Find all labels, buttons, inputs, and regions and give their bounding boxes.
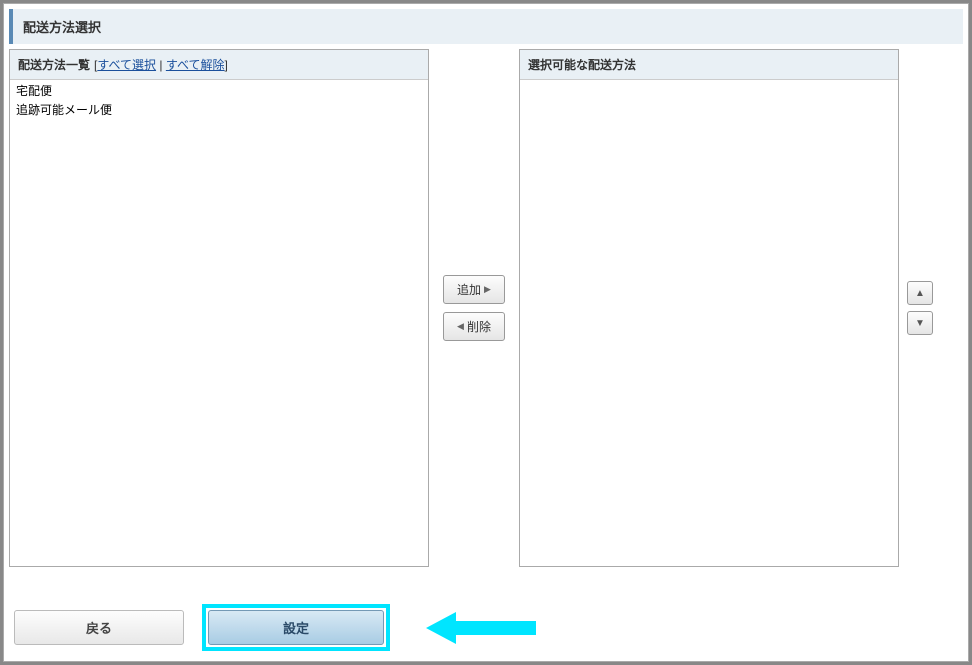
chevron-down-icon: ▼ — [915, 318, 925, 329]
move-down-button[interactable]: ▼ — [907, 311, 933, 335]
selected-methods-panel: 選択可能な配送方法 — [519, 49, 899, 567]
list-item[interactable]: 宅配便 — [10, 82, 428, 101]
page-title-text: 配送方法選択 — [23, 20, 101, 35]
selected-methods-title: 選択可能な配送方法 — [528, 56, 636, 73]
remove-button[interactable]: ◀ 削除 — [443, 312, 505, 341]
remove-button-label: 削除 — [467, 318, 491, 335]
selected-methods-list[interactable] — [520, 80, 898, 566]
chevron-up-icon: ▲ — [915, 288, 925, 299]
reorder-controls: ▲ ▼ — [899, 49, 941, 567]
bottom-bar: 戻る 設定 — [14, 604, 536, 651]
dialog-window: 配送方法選択 配送方法一覧 [すべて選択 | すべて解除] 宅配便追跡可能メール… — [3, 3, 969, 662]
list-item[interactable]: 追跡可能メール便 — [10, 101, 428, 120]
content-area: 配送方法一覧 [すべて選択 | すべて解除] 宅配便追跡可能メール便 追加 ▶ … — [4, 49, 968, 567]
deselect-all-link[interactable]: すべて解除 — [166, 58, 225, 72]
move-up-button[interactable]: ▲ — [907, 281, 933, 305]
chevron-right-icon: ▶ — [484, 284, 491, 295]
transfer-controls: 追加 ▶ ◀ 削除 — [429, 49, 519, 567]
chevron-left-icon: ◀ — [457, 321, 464, 332]
available-methods-list[interactable]: 宅配便追跡可能メール便 — [10, 80, 428, 566]
available-methods-title: 配送方法一覧 — [18, 56, 90, 73]
settings-button[interactable]: 設定 — [208, 610, 384, 645]
add-button[interactable]: 追加 ▶ — [443, 275, 505, 304]
page-title: 配送方法選択 — [9, 9, 963, 44]
selected-methods-header: 選択可能な配送方法 — [520, 50, 898, 80]
select-links: [すべて選択 | すべて解除] — [94, 56, 228, 73]
annotation-arrow-icon — [426, 608, 536, 648]
available-methods-panel: 配送方法一覧 [すべて選択 | すべて解除] 宅配便追跡可能メール便 — [9, 49, 429, 567]
select-all-link[interactable]: すべて選択 — [97, 58, 156, 72]
add-button-label: 追加 — [457, 281, 481, 298]
settings-button-highlight: 設定 — [202, 604, 390, 651]
back-button[interactable]: 戻る — [14, 610, 184, 645]
available-methods-header: 配送方法一覧 [すべて選択 | すべて解除] — [10, 50, 428, 80]
